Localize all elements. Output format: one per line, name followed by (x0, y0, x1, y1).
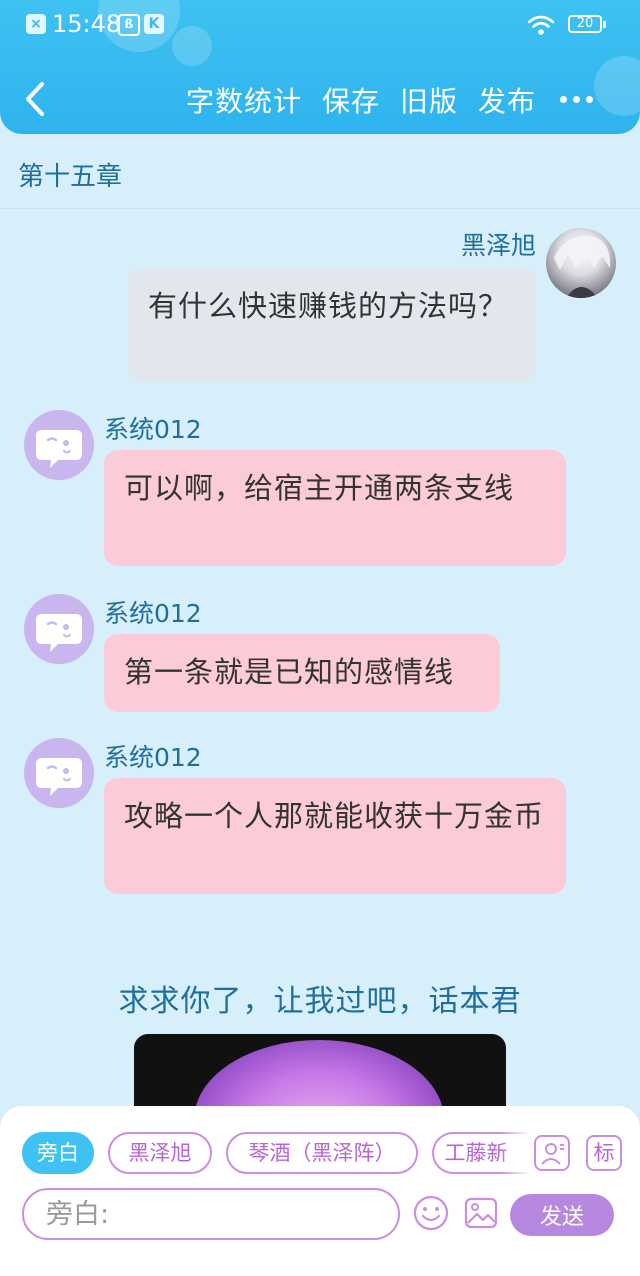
chat-bubble-user[interactable]: 有什么快速赚钱的方法吗？ (128, 268, 536, 382)
chat-bubble-system[interactable]: 可以啊，给宿主开通两条支线 (104, 450, 566, 566)
k-app-icon: K (144, 14, 164, 34)
chat-ghost-icon (36, 758, 82, 796)
image-icon[interactable] (462, 1194, 500, 1232)
chat-bubble-system[interactable]: 攻略一个人那就能收获十万金币 (104, 778, 566, 894)
back-arrow-icon[interactable] (18, 78, 54, 120)
editor-toolbar: 字数统计 保存 旧版 发布 (0, 64, 640, 134)
old-version-button[interactable]: 旧版 (400, 80, 458, 120)
message-input[interactable] (22, 1188, 400, 1240)
tab-scroll-fade (500, 1128, 530, 1178)
battery-icon: 20 (568, 15, 606, 33)
emoji-icon[interactable] (412, 1194, 450, 1232)
sender-name: 系统012 (104, 415, 202, 444)
role-tab-narrator[interactable]: 旁白 (22, 1132, 94, 1174)
tag-icon[interactable]: 标 (586, 1135, 622, 1171)
publish-button[interactable]: 发布 (478, 80, 536, 120)
divider (0, 208, 640, 209)
wifi-icon (528, 15, 554, 35)
more-options-icon[interactable] (560, 88, 604, 108)
shopping-icon: ß (118, 14, 140, 36)
user-avatar[interactable] (546, 228, 616, 298)
chat-ghost-icon (36, 614, 82, 652)
close-app-icon: × (26, 14, 46, 34)
role-tab-gin[interactable]: 琴酒（黑泽阵） (226, 1132, 418, 1174)
chat-ghost-icon (36, 430, 82, 468)
sender-name: 黑泽旭 (460, 231, 536, 260)
role-tab-kurosawa-asahi[interactable]: 黑泽旭 (108, 1132, 212, 1174)
system-avatar[interactable] (24, 410, 94, 480)
system-avatar[interactable] (24, 594, 94, 664)
send-button[interactable]: 发送 (510, 1194, 614, 1236)
narration-text[interactable]: 求求你了，让我过吧，话本君 (0, 976, 640, 1020)
sender-name: 系统012 (104, 743, 202, 772)
app-header: × 15:48 ß K 20 字数统计 保存 旧版 发布 (0, 0, 640, 134)
save-button[interactable]: 保存 (322, 80, 380, 120)
chapter-title[interactable]: 第十五章 (18, 156, 122, 193)
chat-bubble-system[interactable]: 第一条就是已知的感情线 (104, 634, 500, 712)
sender-name: 系统012 (104, 599, 202, 628)
word-count-button[interactable]: 字数统计 (186, 80, 302, 120)
status-time: 15:48 (52, 10, 122, 38)
status-bar: × 15:48 ß K 20 (0, 0, 640, 52)
character-profile-icon[interactable] (534, 1135, 570, 1171)
system-avatar[interactable] (24, 738, 94, 808)
